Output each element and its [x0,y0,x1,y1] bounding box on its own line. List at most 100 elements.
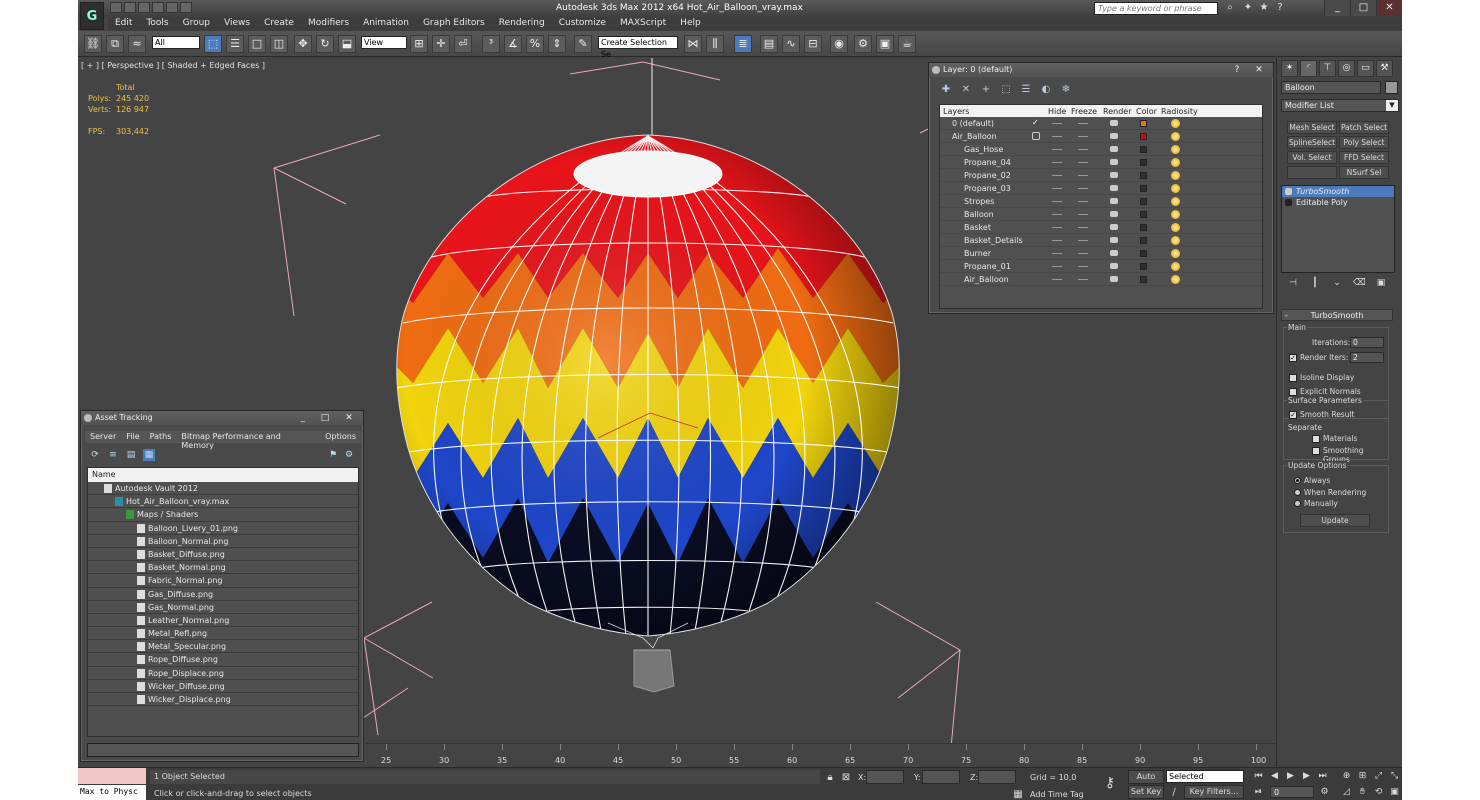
hide-toggle[interactable] [1052,136,1062,137]
menu-customize[interactable]: Customize [552,17,613,31]
layer-name[interactable]: Stropes [964,197,994,206]
spinner-snap-icon[interactable]: ⇕ [548,35,566,53]
layer-dialog-help-button[interactable]: ? [1229,64,1245,76]
hierarchy-tab-icon[interactable]: ⊤ [1319,60,1336,77]
freeze-toggle[interactable] [1078,279,1088,280]
layer-color-swatch[interactable] [1140,276,1147,283]
layer-row[interactable]: Propane_04 [940,156,1262,169]
radiosity-icon[interactable] [1171,223,1180,232]
bind-space-warp-icon[interactable]: ≈ [128,35,146,53]
refresh-icon[interactable]: ⟳ [89,449,101,461]
layer-name[interactable]: Propane_01 [964,262,1011,271]
keyboard-shortcut-icon[interactable]: ⏎ [454,35,472,53]
col-radiosity[interactable]: Radiosity [1161,107,1198,116]
layer-name[interactable]: Propane_04 [964,158,1011,167]
auto-key-button[interactable]: Auto Key [1128,770,1164,793]
asset-name[interactable]: Basket_Normal.png [148,563,226,572]
spline-select-button[interactable]: SplineSelect [1287,136,1337,149]
layer-row[interactable]: Basket_Details [940,234,1262,247]
layer-lock-icon[interactable] [1032,132,1040,140]
scale-icon[interactable]: ⬓ [338,35,356,53]
iterations-spinner[interactable]: 0 [1350,337,1384,348]
viewport-label[interactable]: [ + ] [ Perspective ] [ Shaded + Edged F… [81,61,265,70]
asset-dialog-titlebar[interactable]: Asset Tracking _ □ ✕ [81,411,363,425]
asset-row[interactable]: Autodesk Vault 2012 [88,482,358,496]
time-config-icon[interactable]: ⚙ [1318,786,1331,799]
always-radio[interactable] [1294,477,1301,484]
menu-tools[interactable]: Tools [139,17,175,31]
menu-group[interactable]: Group [176,17,217,31]
asset-menu-bitmap[interactable]: Bitmap Performance and Memory [176,431,320,450]
detail-view-icon[interactable]: ▤ [125,449,137,461]
render-teapot-icon[interactable] [1110,120,1118,126]
asset-row[interactable]: Maps / Shaders [88,508,358,522]
add-time-tag[interactable]: Add Time Tag [1030,790,1084,799]
menu-edit[interactable]: Edit [108,17,139,31]
select-by-name-icon[interactable]: ☰ [226,35,244,53]
minimize-button[interactable]: _ [1324,0,1350,16]
previous-frame-icon[interactable]: ◀ [1268,770,1281,783]
render-teapot-icon[interactable] [1110,237,1118,243]
freeze-toggle[interactable] [1078,214,1088,215]
manually-radio[interactable] [1294,500,1301,507]
menu-graph-editors[interactable]: Graph Editors [416,17,492,31]
asset-name[interactable]: Gas_Diffuse.png [148,590,213,599]
unlink-icon[interactable]: ⧉ [106,35,124,53]
layer-name[interactable]: Burner [964,249,991,258]
hide-toggle[interactable] [1052,162,1062,163]
layer-color-swatch[interactable] [1140,146,1147,153]
menu-help[interactable]: Help [673,17,708,31]
layer-row[interactable]: Stropes [940,195,1262,208]
object-color-swatch[interactable] [1385,81,1398,94]
layer-color-swatch[interactable] [1140,250,1147,257]
asset-row[interactable]: Gas_Diffuse.png [88,588,358,601]
layer-color-swatch[interactable] [1140,185,1147,192]
orbit-icon[interactable]: ⟲ [1372,786,1385,799]
percent-snap-icon[interactable]: % [526,35,544,53]
render-iters-checkbox[interactable]: ✓ [1289,354,1297,362]
goto-start-icon[interactable]: ⏮ [1252,770,1265,783]
rotate-icon[interactable]: ↻ [316,35,334,53]
modify-tab-icon[interactable]: ◜ [1300,60,1317,77]
snaps-toggle-icon[interactable]: ³ [482,35,500,53]
create-layer-icon[interactable]: ✚ [939,83,953,97]
freeze-toggle[interactable] [1078,227,1088,228]
favorites-icon[interactable]: ★ [1258,2,1270,14]
add-to-layer-icon[interactable]: + [979,83,993,97]
asset-row[interactable]: Balloon_Normal.png [88,535,358,548]
freeze-toggle[interactable] [1078,188,1088,189]
col-render[interactable]: Render [1103,107,1131,116]
layer-color-swatch[interactable] [1140,120,1147,127]
search-icon[interactable]: ⌕ [1224,2,1236,14]
maximize-button[interactable]: □ [1350,0,1376,16]
render-teapot-icon[interactable] [1110,224,1118,230]
highlight-layer-icon[interactable]: ☰ [1019,83,1033,97]
freeze-toggle[interactable] [1078,240,1088,241]
reference-coordinate-dropdown[interactable]: View [361,36,407,49]
poly-select-button[interactable]: Poly Select [1339,136,1389,149]
subscription-icon[interactable]: ✦ [1242,2,1254,14]
help-icon[interactable]: ? [1274,2,1286,14]
asset-row[interactable]: Rope_Displace.png [88,667,358,680]
key-mode-dropdown[interactable]: Selected [1166,770,1244,783]
asset-row[interactable]: Fabric_Normal.png [88,574,358,588]
move-icon[interactable]: ✥ [294,35,312,53]
asset-name[interactable]: Rope_Diffuse.png [148,655,218,664]
freeze-toggle[interactable] [1078,162,1088,163]
object-name-field[interactable]: Balloon [1281,81,1381,94]
menu-animation[interactable]: Animation [356,17,416,31]
asset-menu-options[interactable]: Options [320,431,361,443]
play-icon[interactable]: ▶ [1284,770,1297,783]
render-teapot-icon[interactable] [1110,198,1118,204]
freeze-toggle[interactable] [1078,123,1088,124]
menu-views[interactable]: Views [217,17,257,31]
layer-color-swatch[interactable] [1140,172,1147,179]
asset-row[interactable]: Basket_Diffuse.png [88,548,358,562]
select-object-icon[interactable]: ⬚ [204,35,222,53]
layer-name[interactable]: 0 (default) [952,119,994,128]
hide-toggle[interactable] [1052,201,1062,202]
render-setup-icon[interactable]: ⚙ [854,35,872,53]
settings-icon[interactable]: ⚙ [343,449,355,461]
asset-row[interactable]: Rope_Diffuse.png [88,653,358,667]
zoom-extents-icon[interactable]: ⤢ [1372,770,1385,783]
